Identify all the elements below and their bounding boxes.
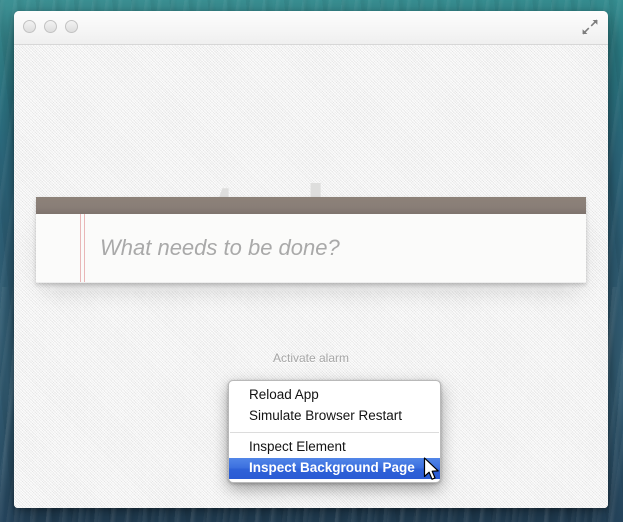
context-menu[interactable]: Reload App Simulate Browser Restart Insp… — [228, 380, 441, 483]
fullscreen-expand-icon[interactable] — [581, 18, 599, 36]
notebook-margin-line-right — [84, 214, 85, 282]
desktop-background: todos Activate alarm Reload App Simulate… — [0, 0, 623, 522]
window-titlebar[interactable] — [14, 11, 608, 45]
todo-card — [36, 197, 586, 283]
card-top-bar — [36, 197, 586, 214]
minimize-button[interactable] — [44, 20, 57, 33]
menu-item-reload-app[interactable]: Reload App — [229, 385, 440, 406]
menu-item-inspect-background-page[interactable]: Inspect Background Page — [229, 458, 440, 479]
menu-item-inspect-element[interactable]: Inspect Element — [229, 437, 440, 458]
new-todo-row — [36, 214, 586, 283]
zoom-button[interactable] — [65, 20, 78, 33]
notebook-margin-line-left — [80, 214, 81, 282]
new-todo-input[interactable] — [98, 214, 574, 282]
close-button[interactable] — [23, 20, 36, 33]
app-content-area: todos Activate alarm Reload App Simulate… — [14, 45, 608, 508]
app-window: todos Activate alarm Reload App Simulate… — [14, 11, 608, 508]
activate-alarm-link[interactable]: Activate alarm — [14, 351, 608, 365]
menu-item-simulate-browser-restart[interactable]: Simulate Browser Restart — [229, 406, 440, 427]
menu-separator — [230, 432, 439, 433]
window-controls — [23, 20, 78, 33]
